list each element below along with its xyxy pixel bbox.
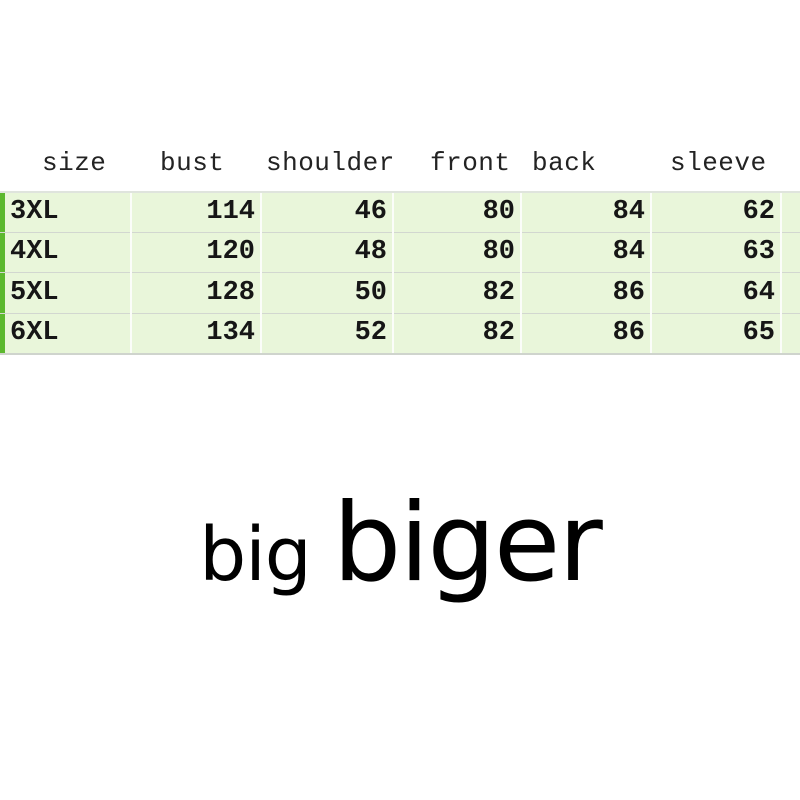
table-row: 3XL 114 46 80 84 62 [0, 193, 800, 233]
size-chart-table: 3XL 114 46 80 84 62 4XL 120 48 80 84 63 … [0, 191, 800, 355]
column-header-bust: bust [160, 148, 225, 178]
cell-bust: 114 [206, 197, 255, 227]
size-comparison-caption: big biger [0, 490, 800, 610]
column-header-front: front [430, 148, 511, 178]
cell-bust: 128 [206, 278, 255, 308]
cell-sleeve: 62 [742, 197, 775, 227]
cell-front: 82 [482, 318, 515, 348]
cell-size: 5XL [10, 278, 59, 308]
cell-shoulder: 48 [354, 237, 387, 267]
size-chart: size bust shoulder front back sleeve 3XL… [0, 136, 800, 355]
cell-bust: 134 [206, 318, 255, 348]
cell-back: 84 [612, 197, 645, 227]
cell-size: 6XL [10, 318, 59, 348]
cell-sleeve: 64 [742, 278, 775, 308]
cell-front: 80 [482, 237, 515, 267]
cell-back: 86 [612, 278, 645, 308]
cell-sleeve: 65 [742, 318, 775, 348]
cell-size: 3XL [10, 197, 59, 227]
column-header-size: size [42, 148, 107, 178]
cell-shoulder: 46 [354, 197, 387, 227]
caption-word-big: big [199, 512, 312, 598]
table-row: 4XL 120 48 80 84 63 [0, 233, 800, 273]
table-row: 6XL 134 52 82 86 65 [0, 314, 800, 354]
column-divider-6 [780, 193, 782, 353]
cell-shoulder: 50 [354, 278, 387, 308]
screenshot-canvas: size bust shoulder front back sleeve 3XL… [0, 0, 800, 800]
size-chart-header-row: size bust shoulder front back sleeve [0, 136, 800, 191]
column-header-shoulder: shoulder [266, 148, 395, 178]
cell-bust: 120 [206, 237, 255, 267]
column-header-back: back [532, 148, 597, 178]
cell-shoulder: 52 [354, 318, 387, 348]
column-header-sleeve: sleeve [670, 148, 767, 178]
caption-word-biger: biger [332, 481, 603, 606]
cell-back: 86 [612, 318, 645, 348]
cell-sleeve: 63 [742, 237, 775, 267]
cell-back: 84 [612, 237, 645, 267]
cell-front: 82 [482, 278, 515, 308]
cell-size: 4XL [10, 237, 59, 267]
table-row: 5XL 128 50 82 86 64 [0, 274, 800, 314]
cell-front: 80 [482, 197, 515, 227]
